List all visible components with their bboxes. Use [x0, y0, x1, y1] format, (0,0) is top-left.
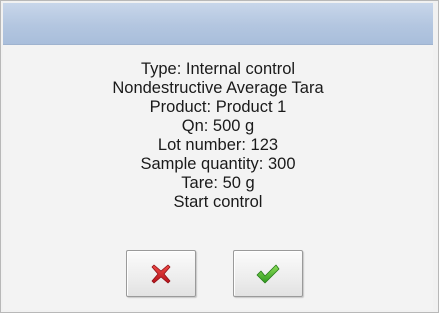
product-line: Product: Product 1	[149, 98, 287, 116]
tare-line: Tare: 50 g	[181, 174, 255, 192]
sample-quantity-line: Sample quantity: 300	[140, 155, 296, 173]
confirmation-dialog: Type: Internal control Nondestructive Av…	[0, 0, 439, 313]
control-type-line: Type: Internal control	[140, 60, 296, 78]
confirm-button[interactable]	[233, 250, 303, 297]
close-icon	[150, 263, 172, 285]
control-method-line: Nondestructive Average Tara	[112, 79, 324, 97]
checkmark-icon	[255, 263, 281, 285]
cancel-button[interactable]	[126, 250, 196, 297]
lot-number-line: Lot number: 123	[157, 136, 279, 154]
dialog-message: Type: Internal control Nondestructive Av…	[3, 60, 433, 212]
start-control-prompt: Start control	[173, 193, 263, 211]
dialog-title-bar	[3, 3, 433, 45]
nominal-quantity-line: Qn: 500 g	[181, 117, 255, 135]
dialog-body: Type: Internal control Nondestructive Av…	[3, 45, 433, 310]
